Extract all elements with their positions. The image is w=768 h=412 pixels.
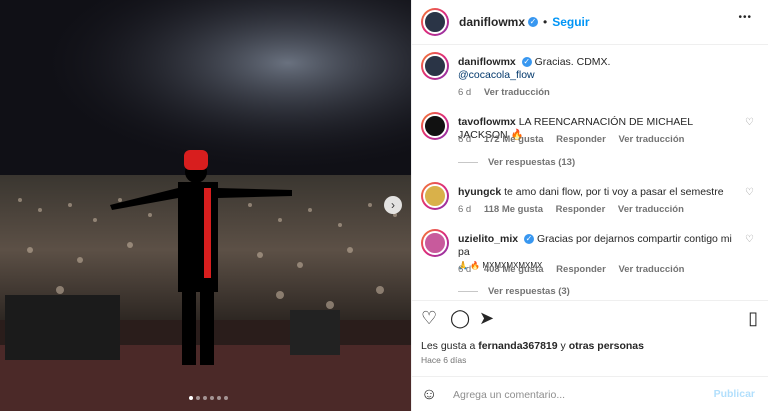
share-icon[interactable]: ➤ (479, 308, 494, 329)
carousel-dot (217, 396, 221, 400)
divider (411, 300, 768, 301)
reply-button[interactable]: Responder (556, 264, 606, 275)
post-photo[interactable]: › (0, 0, 411, 411)
likes-user[interactable]: fernanda367819 (478, 340, 557, 352)
verified-icon: ✓ (528, 17, 539, 27)
comment-likes[interactable]: 118 Me gusta (484, 204, 543, 215)
divider (411, 44, 768, 45)
reply-button[interactable]: Responder (556, 204, 606, 215)
verified-icon: ✓ (521, 57, 532, 68)
carousel-next-button[interactable]: › (384, 196, 402, 214)
post-header: daniflowmx ✓ • Seguir (421, 8, 758, 36)
comment-meta: 6 d 172 Me gusta Responder Ver traducció… (458, 134, 684, 145)
translate-link[interactable]: Ver traducción (618, 264, 684, 275)
heart-icon[interactable]: ♡ (745, 117, 754, 128)
translate-link[interactable]: Ver traducción (618, 134, 684, 145)
comment-meta: 6 d 118 Me gusta Responder Ver traducció… (458, 204, 684, 215)
heart-icon[interactable]: ♡ (745, 187, 754, 198)
comment-age: 6 d (458, 134, 472, 145)
add-comment-bar: ☺ Publicar (411, 376, 768, 412)
comments-list: daniflowmx ✓ Gracias. CDMX. @cocacola_fl… (421, 52, 758, 297)
divider (458, 162, 478, 163)
caption-username[interactable]: daniflowmx (458, 56, 516, 68)
view-replies-button[interactable]: Ver respuestas (3) (458, 286, 570, 297)
carousel-dots (189, 396, 228, 400)
post-timestamp: Hace 6 días (421, 355, 467, 365)
avatar[interactable] (421, 8, 449, 36)
comment-body: te amo dani flow, por ti voy a pasar el … (504, 186, 724, 198)
comment-age: 6 d (458, 204, 472, 215)
comment-username[interactable]: uzielito_mix (458, 233, 518, 245)
avatar[interactable] (421, 182, 449, 210)
caption-body: Gracias. CDMX. (534, 56, 611, 68)
comment-likes[interactable]: 172 Me gusta (484, 134, 544, 145)
comment-text: hyungck te amo dani flow, por ti voy a p… (458, 186, 738, 199)
likes-mid: y (557, 340, 569, 352)
verified-icon: ✓ (524, 234, 535, 245)
heart-icon[interactable]: ♡ (421, 308, 437, 329)
likes-summary: Les gusta a fernanda367819 y otras perso… (421, 340, 644, 352)
view-replies-label: Ver respuestas (13) (488, 157, 576, 168)
comment-icon[interactable]: ◯ (450, 308, 470, 329)
comment-username[interactable]: tavoflowmx (458, 116, 516, 128)
comment-likes[interactable]: 408 Me gusta (484, 264, 544, 275)
carousel-dot (203, 396, 207, 400)
comment-input[interactable] (451, 388, 695, 402)
carousel-dot (196, 396, 200, 400)
translate-link[interactable]: Ver traducción (484, 87, 550, 98)
more-icon[interactable]: ••• (738, 12, 752, 23)
caption-age: 6 d (458, 87, 472, 98)
comment-age: 6 d (458, 264, 472, 275)
caption-mention[interactable]: @cocacola_flow (458, 69, 535, 81)
chevron-right-icon: › (391, 198, 395, 212)
carousel-dot (224, 396, 228, 400)
comment-username[interactable]: hyungck (458, 186, 501, 198)
concert-image (0, 0, 411, 411)
avatar[interactable] (421, 52, 449, 80)
divider (458, 291, 478, 292)
carousel-dot (189, 396, 193, 400)
carousel-dot (210, 396, 214, 400)
caption-text: daniflowmx ✓ Gracias. CDMX. @cocacola_fl… (458, 56, 738, 82)
separator-dot: • (543, 15, 548, 29)
view-replies-button[interactable]: Ver respuestas (13) (458, 157, 575, 168)
avatar[interactable] (421, 112, 449, 140)
caption-meta: 6 d Ver traducción (458, 87, 550, 98)
comment-meta: 6 d 408 Me gusta Responder Ver traducció… (458, 264, 684, 275)
reply-button[interactable]: Responder (556, 134, 606, 145)
view-replies-label: Ver respuestas (3) (488, 286, 570, 297)
follow-button[interactable]: Seguir (552, 15, 589, 29)
action-bar: ♡ ◯ ➤ ▯ (421, 308, 758, 330)
likes-prefix: Les gusta a (421, 340, 479, 352)
avatar[interactable] (421, 229, 449, 257)
bookmark-icon[interactable]: ▯ (748, 308, 758, 329)
likes-others[interactable]: otras personas (569, 340, 644, 352)
post-comment-button[interactable]: Publicar (714, 388, 755, 400)
post-username[interactable]: daniflowmx (459, 15, 525, 29)
heart-icon[interactable]: ♡ (745, 234, 754, 245)
emoji-icon[interactable]: ☺ (421, 386, 437, 404)
translate-link[interactable]: Ver traducción (618, 204, 684, 215)
